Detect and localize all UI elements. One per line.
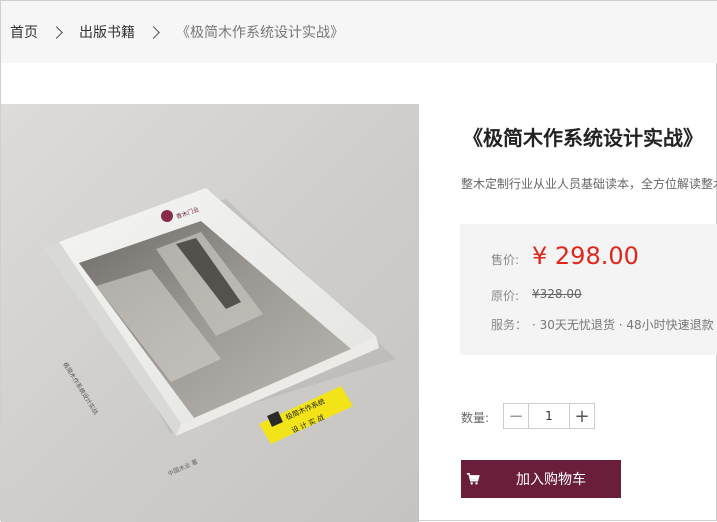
book-illustration: 青木门业 极简木作系统 设 计 实 战 极简木作系统设计实战 中国木业 著 xyxy=(44,188,396,478)
breadcrumb-category-link[interactable]: 出版书籍 xyxy=(79,22,135,42)
book-spine-text: 极简木作系统设计实战 xyxy=(61,361,100,416)
breadcrumb: 首页 出版书籍 《极简木作系统设计实战》 xyxy=(1,1,717,63)
cart-icon xyxy=(466,472,480,485)
breadcrumb-home-link[interactable]: 首页 xyxy=(10,22,38,42)
book-publisher-mark: 中国木业 著 xyxy=(167,458,199,478)
price-label: 售价: xyxy=(491,253,520,267)
quantity-stepper: − + xyxy=(503,403,595,429)
product-subtitle: 整木定制行业从业人员基础读本，全方位解读整木 xyxy=(461,177,717,191)
quantity-increase-button[interactable]: + xyxy=(569,404,594,428)
quantity-decrease-button[interactable]: − xyxy=(504,404,529,428)
service-list: · 30天无忧退货 · 48小时快速退款 · xyxy=(532,318,717,332)
add-to-cart-button[interactable]: 加入购物车 xyxy=(461,460,621,498)
book-logo-icon xyxy=(161,210,173,222)
add-to-cart-label: 加入购物车 xyxy=(516,472,586,488)
product-image[interactable]: 青木门业 极简木作系统 设 计 实 战 极简木作系统设计实战 中国木业 著 xyxy=(1,104,419,522)
product-title: 《极简木作系统设计实战》 xyxy=(463,126,703,150)
current-price: ¥ 298.00 xyxy=(532,242,639,270)
price-panel: 售价: ¥ 298.00 原价: ¥328.00 服务： · 30天无忧退货 ·… xyxy=(460,224,717,355)
breadcrumb-current: 《极简木作系统设计实战》 xyxy=(176,25,344,41)
service-label: 服务： xyxy=(491,318,528,332)
original-price: ¥328.00 xyxy=(532,287,582,301)
chevron-right-icon xyxy=(147,25,160,39)
original-price-label: 原价: xyxy=(491,289,520,303)
chevron-right-icon xyxy=(50,25,63,39)
quantity-label: 数量: xyxy=(461,411,490,425)
quantity-input[interactable] xyxy=(529,404,569,428)
